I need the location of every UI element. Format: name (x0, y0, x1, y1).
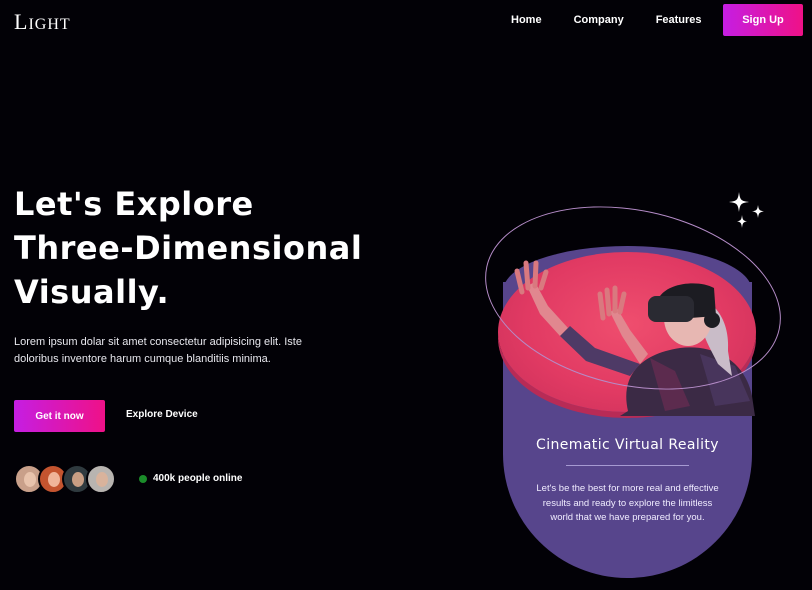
vr-showcase: Cinematic Virtual Reality Let's be the b… (467, 180, 799, 581)
hero-title-line-3: Visually. (14, 273, 170, 311)
brand-logo[interactable]: LIGHT (14, 9, 71, 35)
hero-title: Let's Explore Three-Dimensional Visually… (14, 182, 362, 314)
hero-title-line-1: Let's Explore (14, 185, 254, 223)
hero-description: Lorem ipsum dolar sit amet consectetur a… (14, 336, 302, 365)
online-status: 400k people online (139, 473, 242, 484)
nav-home[interactable]: Home (511, 14, 542, 26)
status-dot-icon (139, 474, 147, 483)
card-title: Cinematic Virtual Reality (536, 437, 719, 453)
nav-features[interactable]: Features (656, 14, 702, 26)
main-nav: Home Company Features (511, 14, 734, 26)
brand-initial: L (14, 9, 29, 34)
brand-rest: IGHT (28, 16, 71, 33)
hero-title-line-2: Three-Dimensional (14, 229, 363, 267)
avatar-icon (86, 464, 116, 494)
online-avatars (14, 464, 116, 494)
explore-device-button[interactable]: Explore Device (126, 409, 198, 420)
online-count: 400k people online (153, 473, 243, 484)
nav-company[interactable]: Company (574, 14, 624, 26)
card-divider (566, 465, 689, 466)
get-it-now-button[interactable]: Get it now (14, 400, 105, 432)
sign-up-button[interactable]: Sign Up (723, 4, 803, 36)
card-description: Let's be the best for more real and effe… (536, 483, 719, 523)
sparkle-icon (729, 192, 764, 228)
